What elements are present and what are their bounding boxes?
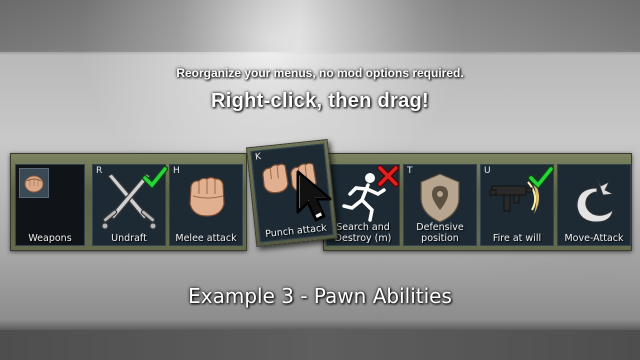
checkmark-icon [528, 166, 554, 188]
tile-label: Move-Attack [564, 233, 624, 244]
tile-label: Undraft [111, 233, 147, 244]
tile-label: Fire at will [492, 233, 542, 244]
swirl-arrow-icon [576, 177, 615, 223]
red-x-icon [377, 165, 399, 187]
bottom-band [0, 330, 640, 360]
weapon-slot[interactable] [19, 168, 49, 198]
title: Right-click, then drag! [210, 90, 430, 112]
fist-icon [189, 176, 225, 217]
move-attack-tile[interactable]: Move-Attack [557, 164, 631, 246]
subtitle: Reorganize your menus, no mod options re… [176, 66, 464, 80]
command-bar-left: Weapons R Undraft H Melee attack [10, 153, 247, 251]
melee-attack-tile[interactable]: H Melee attack [169, 164, 243, 246]
fire-at-will-tile[interactable]: U Fire at will [480, 164, 554, 246]
tile-label: Melee attack [175, 233, 237, 244]
tile-label: Weapons [28, 233, 72, 244]
caption: Example 3 - Pawn Abilities [188, 284, 452, 308]
tile-label: Defensive position [416, 222, 464, 244]
checkmark-icon [142, 166, 168, 188]
defensive-position-tile[interactable]: T Defensive position [403, 164, 477, 246]
weapons-tile[interactable]: Weapons [15, 164, 85, 246]
fist-icon [24, 175, 44, 193]
command-bar-right: Search and Destroy (m) T Defensive posit… [323, 153, 632, 251]
tile-label: Punch attack [264, 222, 328, 240]
mouse-cursor-icon [296, 170, 332, 222]
top-band [0, 0, 640, 52]
undraft-tile[interactable]: R Undraft [92, 164, 168, 246]
